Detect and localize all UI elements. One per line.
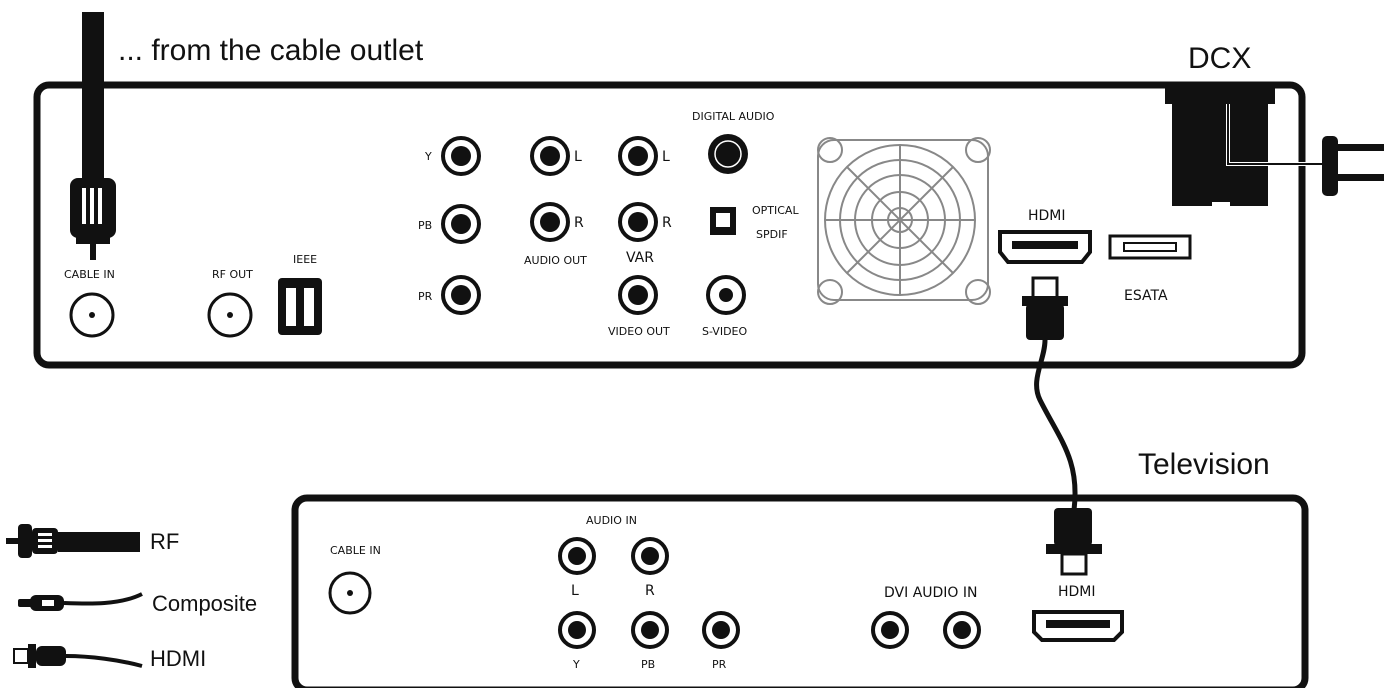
dcx-ieee-port [278,278,322,335]
legend: RF Composite HDMI [6,524,257,671]
tv-pr-label: PR [712,658,727,671]
dcx-audio-out-l-label: L [574,149,582,165]
dcx-spdif-label: SPDIF [756,228,788,241]
tv-y-label: Y [572,658,580,671]
tv-audio-in-r-label: R [645,583,655,599]
dcx-esata-port [1108,234,1192,260]
dcx-var-r-label: R [662,215,672,231]
dcx-var-l-jack [618,136,658,176]
dcx-rf-out-label: RF OUT [212,268,253,281]
dcx-video-out-jack [618,275,658,315]
tv-dvi-audio-in-label: DVI AUDIO IN [884,585,978,601]
tv-pb-jack [631,611,669,649]
dcx-video-out-label: VIDEO OUT [608,325,670,338]
dcx-pr-label: PR [418,290,433,303]
rf-connector-icon [6,524,140,558]
tv-y-jack [558,611,596,649]
tv-cable-in-label: CABLE IN [330,544,381,557]
dcx-audio-out-r-jack [530,202,570,242]
tv-audio-in-l-jack [558,537,596,575]
dcx-y-jack [441,136,481,176]
tv-pb-label: PB [641,658,655,671]
hdmi-connector-icon [13,644,143,668]
tv-title: Television [1138,448,1270,481]
dcx-audio-out-r-label: R [574,215,584,231]
tv-hdmi-label: HDMI [1058,584,1096,600]
tv-panel [291,494,1309,688]
dcx-y-label: Y [424,150,432,163]
dcx-pb-label: PB [418,219,432,232]
composite-connector-icon [18,592,143,611]
dcx-title: DCX [1188,42,1251,75]
tv-audio-in-l-label: L [571,583,579,599]
dcx-cable-in-jack [69,292,115,338]
tv-dvi-audio-l-jack [871,611,909,649]
dcx-s-video-label: S-VIDEO [702,325,747,338]
dcx-digital-audio-label: DIGITAL AUDIO [692,110,775,123]
dcx-esata-label: ESATA [1124,288,1168,304]
legend-rf-label: RF [150,529,179,554]
connection-diagram: DCX ... from the cable outlet CABLE IN R… [6,12,1384,688]
tv-cable-in-jack [328,571,372,615]
dcx-hdmi-port [998,230,1092,264]
cable-outlet-label: ... from the cable outlet [118,34,424,67]
dcx-var-l-label: L [662,149,670,165]
dcx-optical-port [710,207,736,235]
dcx-rf-out-jack [207,292,253,338]
dcx-var-label: VAR [626,250,654,266]
dcx-pb-jack [441,204,481,244]
dcx-pr-jack [441,275,481,315]
tv-audio-in-r-jack [631,537,669,575]
tv-dvi-audio-r-jack [943,611,981,649]
legend-composite-label: Composite [152,591,257,616]
tv-hdmi-port [1032,610,1124,642]
dcx-digital-audio-jack [708,134,748,174]
legend-hdmi-label: HDMI [150,646,206,671]
tv-pr-jack [702,611,740,649]
dcx-hdmi-label: HDMI [1028,208,1066,224]
dcx-ieee-label: IEEE [293,253,317,266]
dcx-s-video-jack [706,275,746,315]
dcx-cable-in-label: CABLE IN [64,268,115,281]
dcx-optical-label: OPTICAL [752,204,799,217]
dcx-var-r-jack [618,202,658,242]
dcx-audio-out-label: AUDIO OUT [524,254,587,267]
dcx-audio-out-l-jack [530,136,570,176]
tv-audio-in-label: AUDIO IN [586,514,637,527]
